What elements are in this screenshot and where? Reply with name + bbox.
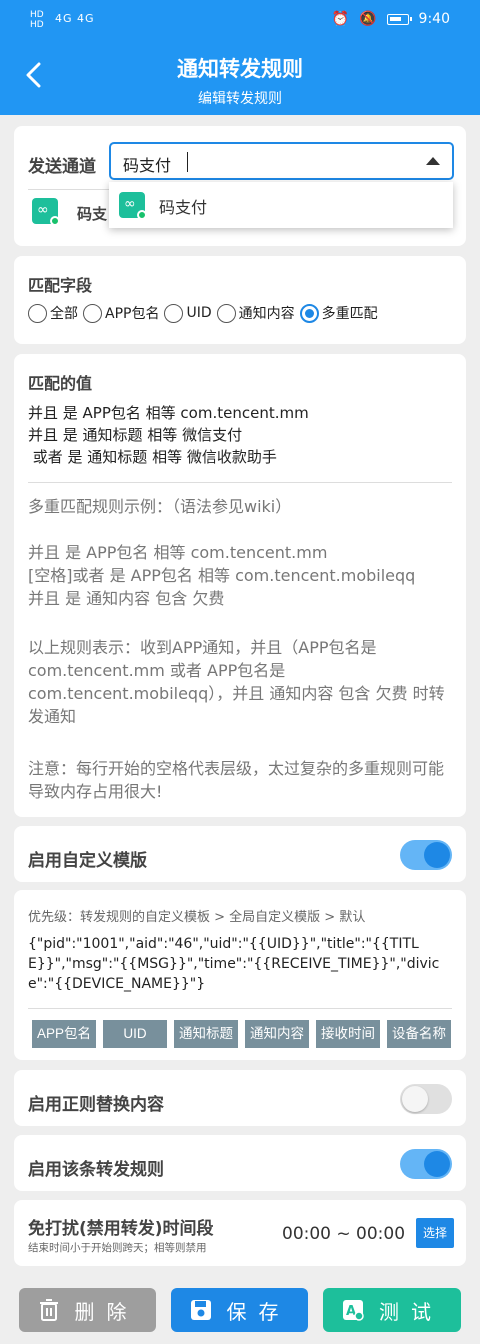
save-label: 保存 xyxy=(226,1301,291,1324)
switch-knob xyxy=(424,1151,450,1177)
template-variable-buttons: APP包名 UID 通知标题 通知内容 接收时间 设备名称 xyxy=(32,1020,451,1048)
dnd-time-range[interactable]: 00:00 ~ 00:00 xyxy=(282,1224,405,1244)
clock: 9:40 xyxy=(418,11,450,27)
enable-rule-toggle-card: 启用该条转发规则 xyxy=(14,1135,466,1191)
floppy-disk-icon xyxy=(190,1300,211,1320)
switch-knob xyxy=(424,842,450,868)
radio-uid[interactable]: UID xyxy=(164,303,212,323)
divider xyxy=(28,482,452,483)
insert-content-button[interactable]: 通知内容 xyxy=(245,1020,309,1048)
radio-circle[interactable] xyxy=(216,303,236,323)
match-field-card: 匹配字段 全部 APP包名 UID 通知内容 多重匹配 xyxy=(14,256,466,344)
mute-icon: 🔕 xyxy=(359,11,377,27)
radio-circle[interactable] xyxy=(164,303,184,323)
regex-switch[interactable] xyxy=(400,1084,452,1114)
custom-template-switch[interactable] xyxy=(400,840,452,870)
template-card: 优先级：转发规则的自定义模板 > 全局自定义模版 > 默认 {"pid":"10… xyxy=(14,890,466,1060)
channel-dropdown[interactable]: ∞ 码支付 xyxy=(109,182,453,228)
complexity-note: 注意：每行开始的空格代表层级，太过复杂的多重规则可能导致内存占用很大! xyxy=(28,759,445,801)
alarm-icon: ⏰ xyxy=(331,11,350,27)
template-input[interactable]: {"pid":"1001","aid":"46","uid":"{{UID}}"… xyxy=(28,934,454,994)
channel-combobox[interactable]: 码支付 xyxy=(109,142,454,180)
enable-rule-label: 启用该条转发规则 xyxy=(28,1160,164,1180)
insert-uid-button[interactable]: UID xyxy=(103,1020,167,1048)
sim-indicator: HD HD xyxy=(30,10,44,30)
battery-icon xyxy=(386,13,412,25)
switch-knob xyxy=(402,1086,428,1112)
signal-indicator: 4G 4G xyxy=(55,12,95,25)
custom-template-label: 启用自定义模版 xyxy=(28,851,147,871)
channel-label: 发送通道 xyxy=(28,157,96,177)
regex-toggle-card: 启用正则替换内容 xyxy=(14,1070,466,1126)
template-priority-hint: 优先级：转发规则的自定义模板 > 全局自定义模版 > 默认 xyxy=(28,910,366,925)
text-cursor xyxy=(187,152,188,172)
page-subtitle: 编辑转发规则 xyxy=(198,91,282,107)
status-bar: HD HD 4G 4G ⏰ 🔕 9:40 xyxy=(0,0,480,40)
match-field-label: 匹配字段 xyxy=(28,276,93,295)
dropdown-option[interactable]: 码支付 xyxy=(159,194,207,218)
regex-label: 启用正则替换内容 xyxy=(28,1095,164,1115)
enable-rule-switch[interactable] xyxy=(400,1149,452,1179)
test-icon: A xyxy=(343,1300,364,1321)
match-value-card: 匹配的值 并且 是 APP包名 相等 com.tencent.mm 并且 是 通… xyxy=(14,354,466,817)
delete-button[interactable]: 删除 xyxy=(19,1288,156,1332)
status-right: ⏰ 🔕 9:40 xyxy=(332,11,450,27)
example-line-1: 并且 是 APP包名 相等 com.tencent.mm xyxy=(28,543,328,562)
radio-multi-match[interactable]: 多重匹配 xyxy=(299,303,378,323)
test-label: 测试 xyxy=(379,1301,443,1324)
channel-input[interactable]: 码支付 xyxy=(123,152,171,176)
dnd-card: 免打扰(禁用转发)时间段 结束时间小于开始则跨天；相等则禁用 00:00 ~ 0… xyxy=(14,1200,466,1266)
dropdown-arrow-icon[interactable] xyxy=(426,157,440,165)
dnd-hint: 结束时间小于开始则跨天；相等则禁用 xyxy=(28,1242,207,1254)
trash-icon xyxy=(39,1299,58,1321)
example-title: 多重匹配规则示例：（语法参见wiki） xyxy=(28,497,292,516)
page-title: 通知转发规则 xyxy=(177,57,303,81)
radio-circle[interactable] xyxy=(28,303,47,323)
radio-all[interactable]: 全部 xyxy=(28,303,78,323)
dnd-label: 免打扰(禁用转发)时间段 xyxy=(28,1219,214,1239)
insert-receive-time-button[interactable]: 接收时间 xyxy=(316,1020,380,1048)
radio-app-package[interactable]: APP包名 xyxy=(83,303,159,323)
webhook-icon: ∞ xyxy=(119,192,147,220)
radio-circle[interactable] xyxy=(83,303,102,323)
insert-app-package-button[interactable]: APP包名 xyxy=(32,1020,96,1048)
radio-circle-selected[interactable] xyxy=(299,303,319,323)
insert-device-name-button[interactable]: 设备名称 xyxy=(387,1020,451,1048)
save-button[interactable]: 保存 xyxy=(171,1288,308,1332)
test-button[interactable]: A 测试 xyxy=(323,1288,461,1332)
example-explanation: 以上规则表示：收到APP通知，并且（APP包名是com.tencent.mm 或… xyxy=(28,638,445,726)
divider xyxy=(28,1008,452,1009)
example-line-3: 并且 是 通知内容 包含 欠费 xyxy=(28,589,225,608)
radio-notification-content[interactable]: 通知内容 xyxy=(216,303,295,323)
match-value-label: 匹配的值 xyxy=(28,374,93,393)
channel-item-label: 码支 xyxy=(77,205,108,223)
dnd-select-button[interactable]: 选择 xyxy=(416,1218,454,1248)
delete-label: 删除 xyxy=(74,1301,139,1324)
app-header: HD HD 4G 4G ⏰ 🔕 9:40 通知转发规则 编辑转发规则 xyxy=(0,0,480,115)
insert-title-button[interactable]: 通知标题 xyxy=(174,1020,238,1048)
custom-template-toggle-card: 启用自定义模版 xyxy=(14,826,466,882)
webhook-icon: ∞ xyxy=(32,198,60,226)
match-value-input[interactable]: 并且 是 APP包名 相等 com.tencent.mm 并且 是 通知标题 相… xyxy=(28,402,309,468)
example-line-2: [空格]或者 是 APP包名 相等 com.tencent.mobileqq xyxy=(28,566,416,585)
match-field-radio-group: 全部 APP包名 UID 通知内容 多重匹配 xyxy=(28,303,383,323)
